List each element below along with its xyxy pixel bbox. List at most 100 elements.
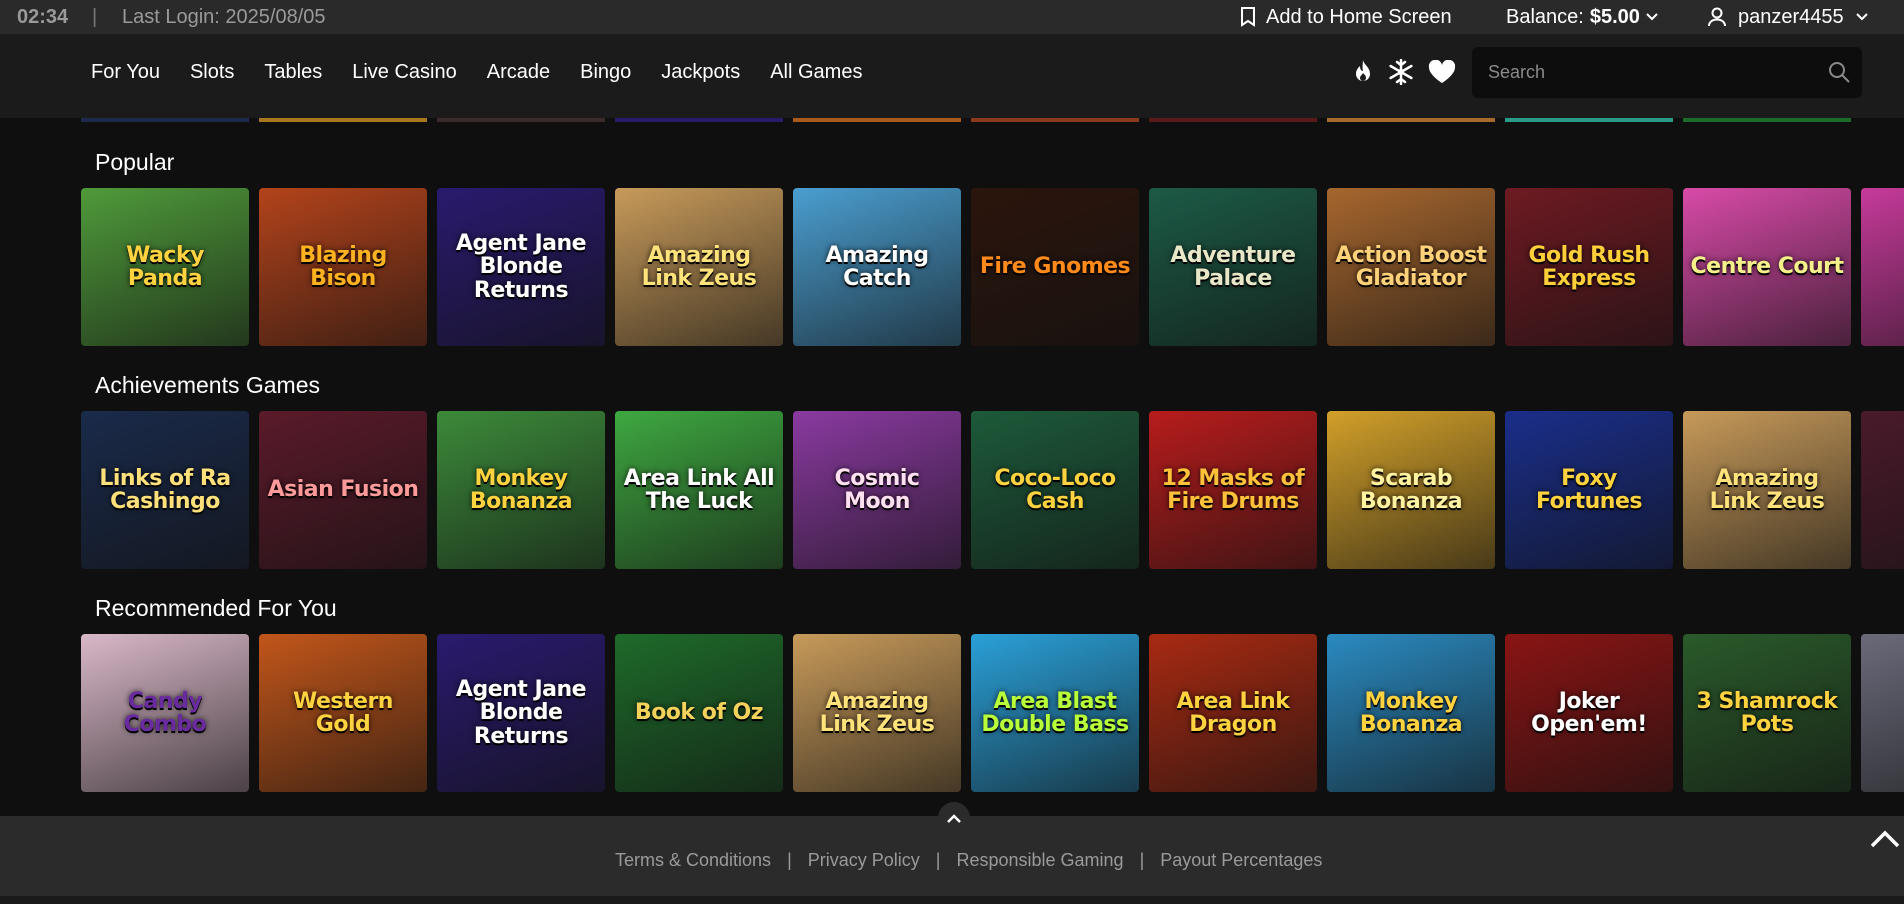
peek-tile	[81, 118, 249, 122]
game-title: Fire Gnomes	[979, 254, 1131, 280]
game-title: Amazing Link Zeus	[1709, 465, 1825, 514]
nav-bingo[interactable]: Bingo	[580, 61, 631, 84]
game-tile[interactable]: Foxy Fortunes	[1505, 411, 1673, 569]
bookmark-icon	[1241, 7, 1255, 27]
balance-dropdown[interactable]: Balance: $5.00	[1506, 6, 1658, 29]
game-title: Area Link All The Luck	[623, 465, 775, 514]
game-title: Area Blast Double Bass	[981, 688, 1129, 737]
peek-tile	[437, 118, 605, 122]
game-title: Monkey Bonanza	[469, 465, 573, 514]
game-tile[interactable]	[1861, 188, 1904, 346]
game-tile[interactable]: Coco-Loco Cash	[971, 411, 1139, 569]
peek-tile	[1327, 118, 1495, 122]
game-title: Monkey Bonanza	[1359, 688, 1463, 737]
game-tile[interactable]: 12 Masks of Fire Drums	[1149, 411, 1317, 569]
responsible-gaming-link[interactable]: Responsible Gaming	[956, 850, 1123, 871]
heart-icon[interactable]	[1428, 60, 1456, 84]
user-menu[interactable]: panzer4455	[1708, 6, 1868, 29]
game-title: Gold Rush Express	[1528, 242, 1650, 291]
game-tile[interactable]: Book of Oz	[615, 634, 783, 792]
game-tile[interactable]: Western Gold	[259, 634, 427, 792]
game-tile[interactable]: Joker Open'em!	[1505, 634, 1673, 792]
game-title: Action Boost Gladiator	[1335, 242, 1487, 291]
peek-tile	[1683, 118, 1851, 122]
game-tile[interactable]: Amazing Link Zeus	[793, 634, 961, 792]
nav-arcade[interactable]: Arcade	[487, 61, 550, 84]
game-title: Amazing Link Zeus	[641, 242, 757, 291]
nav-jackpots[interactable]: Jackpots	[661, 61, 740, 84]
game-tile[interactable]	[1861, 634, 1904, 792]
game-tile[interactable]: Scarab Bonanza	[1327, 411, 1495, 569]
privacy-link[interactable]: Privacy Policy	[808, 850, 920, 871]
game-title: Links of Ra Cashingo	[99, 465, 231, 514]
payout-link[interactable]: Payout Percentages	[1160, 850, 1322, 871]
game-title: Western Gold	[293, 688, 393, 737]
game-row: Candy Combo Western Gold Agent Jane Blonde…	[81, 634, 1904, 792]
game-tile[interactable]: Gold Rush Express	[1505, 188, 1673, 346]
game-tile[interactable]: Area Link Dragon	[1149, 634, 1317, 792]
game-title: Coco-Loco Cash	[994, 465, 1116, 514]
last-login: Last Login: 2025/08/05	[122, 5, 326, 28]
game-tile[interactable]: 3 Shamrock Pots	[1683, 634, 1851, 792]
game-tile[interactable]: Blazing Bison	[259, 188, 427, 346]
game-tile[interactable]: Links of Ra Cashingo	[81, 411, 249, 569]
add-to-home-button[interactable]: Add to Home Screen	[1240, 6, 1452, 29]
section-title: Popular	[95, 149, 175, 175]
section-title: Recommended For You	[95, 595, 337, 621]
game-tile[interactable]: Area Link All The Luck	[615, 411, 783, 569]
game-tile[interactable]: Agent Jane Blonde Returns	[437, 634, 605, 792]
clock: 02:34	[17, 5, 69, 28]
game-tile[interactable]: Fire Gnomes	[971, 188, 1139, 346]
game-tile[interactable]: Action Boost Gladiator	[1327, 188, 1495, 346]
game-tile[interactable]	[1861, 411, 1904, 569]
peek-tile	[971, 118, 1139, 122]
game-tile[interactable]: Candy Combo	[81, 634, 249, 792]
game-title: 12 Masks of Fire Drums	[1161, 465, 1305, 514]
nav-for-you[interactable]: For You	[91, 61, 160, 84]
game-tile[interactable]: Monkey Bonanza	[437, 411, 605, 569]
username: panzer4455	[1738, 5, 1844, 28]
game-tile[interactable]: Area Blast Double Bass	[971, 634, 1139, 792]
nav-all-games[interactable]: All Games	[770, 61, 862, 84]
search-box	[1472, 47, 1862, 98]
game-title: Blazing Bison	[299, 242, 387, 291]
nav-slots[interactable]: Slots	[190, 61, 234, 84]
search-icon[interactable]	[1828, 61, 1850, 83]
nav-live-casino[interactable]: Live Casino	[352, 61, 457, 84]
game-tile[interactable]: Amazing Catch	[793, 188, 961, 346]
game-title: 3 Shamrock Pots	[1696, 688, 1838, 737]
game-title: Book of Oz	[634, 700, 764, 726]
game-title: Candy Combo	[123, 688, 207, 737]
fire-icon[interactable]	[1352, 59, 1374, 85]
add-to-home-label: Add to Home Screen	[1266, 5, 1452, 28]
category-nav: For You Slots Tables Live Casino Arcade …	[91, 61, 862, 84]
game-tile[interactable]: Amazing Link Zeus	[1683, 411, 1851, 569]
game-title: Cosmic Moon	[834, 465, 920, 514]
search-input[interactable]	[1472, 47, 1812, 98]
game-tile[interactable]: Asian Fusion	[259, 411, 427, 569]
game-tile[interactable]: Centre Court	[1683, 188, 1851, 346]
terms-link[interactable]: Terms & Conditions	[615, 850, 771, 871]
peek-tile	[259, 118, 427, 122]
separator: |	[935, 850, 941, 870]
nav-tables[interactable]: Tables	[264, 61, 322, 84]
collapse-footer-button[interactable]	[938, 802, 970, 834]
game-tile[interactable]: Agent Jane Blonde Returns	[437, 188, 605, 346]
game-tile[interactable]: Monkey Bonanza	[1327, 634, 1495, 792]
game-row: Wacky Panda Blazing Bison Agent Jane Blond…	[81, 188, 1904, 346]
game-tile[interactable]: Amazing Link Zeus	[615, 188, 783, 346]
footer-links: Terms & Conditions | Privacy Policy | Re…	[615, 850, 1322, 871]
section-title: Achievements Games	[95, 372, 320, 398]
game-tile[interactable]: Cosmic Moon	[793, 411, 961, 569]
scroll-to-top-icon[interactable]	[1870, 830, 1900, 848]
game-title: Adventure Palace	[1170, 242, 1296, 291]
peek-tile	[1149, 118, 1317, 122]
game-title: Foxy Fortunes	[1536, 465, 1642, 514]
game-tile[interactable]: Wacky Panda	[81, 188, 249, 346]
balance-value: $5.00	[1589, 5, 1640, 28]
separator: |	[787, 850, 792, 870]
game-title: Wacky Panda	[126, 242, 204, 291]
game-tile[interactable]: Adventure Palace	[1149, 188, 1317, 346]
nav-quick-icons	[1352, 59, 1456, 85]
snowflake-icon[interactable]	[1388, 59, 1414, 85]
